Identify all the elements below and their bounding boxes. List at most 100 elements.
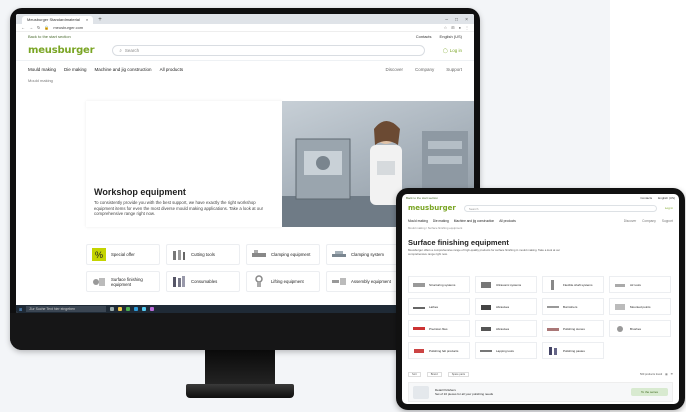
search-input[interactable]: ⌕ Search bbox=[112, 45, 425, 56]
grid-view-icon[interactable]: ▦ bbox=[665, 373, 667, 376]
tablet-category-tile[interactable]: Burnishers bbox=[542, 298, 604, 315]
tablet-category-tile[interactable]: Ultrasonic systems bbox=[475, 276, 537, 293]
mail-icon[interactable] bbox=[142, 307, 147, 311]
new-tab-icon[interactable]: + bbox=[93, 16, 102, 24]
tablet-category-tile[interactable]: Polishing felt products bbox=[408, 342, 470, 359]
login-button[interactable]: ◯ Log in bbox=[443, 48, 462, 54]
profile-icon[interactable]: ● bbox=[459, 25, 461, 30]
nav-item-discover[interactable]: Discover bbox=[385, 67, 403, 72]
tablet-category-tile[interactable]: Lapping tools bbox=[475, 342, 537, 359]
tablet-logo[interactable]: meusburger bbox=[408, 204, 456, 212]
forward-icon[interactable]: → bbox=[29, 25, 33, 30]
category-clamping-system[interactable]: Clamping system bbox=[326, 244, 400, 265]
store-icon[interactable] bbox=[150, 307, 155, 311]
star-icon[interactable]: ☆ bbox=[444, 25, 448, 30]
list-view-icon[interactable]: ☰ bbox=[671, 373, 673, 376]
windows-start-icon[interactable]: ⊞ bbox=[19, 307, 22, 312]
chrome-icon[interactable] bbox=[126, 307, 131, 311]
nav-item-all-products[interactable]: All products bbox=[160, 67, 184, 72]
tablet-device: Back to the start section Contacts Engli… bbox=[396, 188, 685, 410]
tablet-page-title: Surface finishing equipment bbox=[408, 238, 509, 247]
tablet-nav-company[interactable]: Company bbox=[642, 219, 656, 223]
taskbar-search[interactable]: Zur Suche Text hier eingeben bbox=[26, 306, 107, 312]
tablet-nav-discover[interactable]: Discover bbox=[624, 219, 636, 223]
tablet-category-label: Lathes bbox=[429, 304, 439, 309]
tablet-contacts-link[interactable]: Contacts bbox=[640, 196, 652, 200]
tablet-category-tile[interactable]: Abrasives bbox=[475, 298, 537, 315]
reload-icon[interactable]: ↻ bbox=[37, 25, 40, 30]
taskview-icon[interactable] bbox=[110, 307, 115, 311]
tablet-nav-mould-making[interactable]: Mould making bbox=[408, 219, 428, 223]
tablet-login-button[interactable]: Log in bbox=[665, 206, 673, 210]
spare-parts-dropdown[interactable]: Spare parts bbox=[447, 371, 470, 377]
brand-dropdown[interactable]: Brand bbox=[426, 371, 442, 377]
tablet-navigation: Mould making Die making Machine and jig … bbox=[402, 215, 679, 226]
product-thumbnail-icon bbox=[481, 281, 491, 288]
tablet-category-label: Flexible shaft systems bbox=[563, 282, 593, 287]
tablet-language-selector[interactable]: English (US) bbox=[658, 196, 675, 200]
category-label: Surface finishing equipment bbox=[111, 276, 143, 287]
tablet-category-tile[interactable]: Precision files bbox=[408, 320, 470, 337]
category-consumables[interactable]: Consumables bbox=[166, 271, 240, 292]
product-thumbnail-icon bbox=[615, 283, 625, 287]
assembly-icon bbox=[332, 278, 346, 285]
category-clamping-equipment[interactable]: Clamping equipment bbox=[246, 244, 320, 265]
category-special-offer[interactable]: % Special offer bbox=[86, 244, 160, 265]
tablet-category-tile[interactable]: Lathes bbox=[408, 298, 470, 315]
category-surface-finishing[interactable]: Surface finishing equipment bbox=[86, 271, 160, 292]
tablet-category-label: Polishing stones bbox=[563, 326, 585, 331]
contacts-link[interactable]: Contacts bbox=[416, 34, 432, 39]
minimize-icon[interactable]: – bbox=[445, 16, 448, 24]
language-selector[interactable]: English (US) bbox=[440, 34, 462, 39]
tablet-search-input[interactable]: Search bbox=[463, 204, 657, 212]
tablet-nav-machine-jig[interactable]: Machine and jig construction bbox=[454, 219, 494, 223]
meusburger-logo[interactable]: meusburger bbox=[28, 45, 95, 56]
svg-text:%: % bbox=[95, 250, 103, 260]
back-icon[interactable]: ← bbox=[21, 25, 25, 30]
edge-icon[interactable] bbox=[134, 307, 139, 311]
tablet-category-tile[interactable]: Structuring systems bbox=[408, 276, 470, 293]
tablet-nav-support[interactable]: Support bbox=[662, 219, 673, 223]
nav-item-support[interactable]: Support bbox=[446, 67, 462, 72]
lifting-icon bbox=[255, 275, 263, 287]
close-icon[interactable]: × bbox=[86, 16, 88, 24]
tablet-product-row[interactable]: Detail Polishers Set of 10 pieces for al… bbox=[408, 382, 673, 402]
tablet-category-tile[interactable]: Brushes bbox=[609, 320, 671, 337]
product-thumbnail-icon bbox=[615, 303, 625, 310]
nav-item-machine-jig[interactable]: Machine and jig construction bbox=[95, 67, 152, 72]
menu-icon[interactable]: ⋮ bbox=[465, 25, 469, 30]
lock-icon: 🔒 bbox=[44, 25, 50, 30]
to-series-button[interactable]: To the series bbox=[630, 388, 668, 396]
tablet-nav-die-making[interactable]: Die making bbox=[433, 219, 449, 223]
back-start-link[interactable]: Back to the start section bbox=[28, 34, 71, 39]
tablet-category-tile[interactable]: Polishing stones bbox=[542, 320, 604, 337]
tablet-category-tile[interactable]: Air tools bbox=[609, 276, 671, 293]
tablet-category-tile[interactable]: Abrasives bbox=[475, 320, 537, 337]
explorer-icon[interactable] bbox=[118, 307, 123, 311]
product-image bbox=[413, 385, 429, 399]
tablet-category-tile[interactable]: Polishing pastes bbox=[542, 342, 604, 359]
tablet-nav-all-products[interactable]: All products bbox=[499, 219, 516, 223]
url-text[interactable]: meusburger.com bbox=[53, 25, 83, 30]
breadcrumb[interactable]: Mould making bbox=[16, 77, 474, 85]
nav-item-company[interactable]: Company bbox=[415, 67, 434, 72]
maximize-icon[interactable]: □ bbox=[455, 16, 458, 24]
tablet-category-label: Lapping tools bbox=[496, 348, 514, 353]
nav-item-mould-making[interactable]: Mould making bbox=[28, 67, 56, 72]
tablet-back-link[interactable]: Back to the start section bbox=[406, 196, 438, 200]
browser-tab[interactable]: Meusburger Standardmaterial × bbox=[22, 16, 94, 24]
category-assembly-equipment[interactable]: Assembly equipment bbox=[326, 271, 400, 292]
category-lifting-equipment[interactable]: Lifting equipment bbox=[246, 271, 320, 292]
tablet-category-tile[interactable]: Mounted points bbox=[609, 298, 671, 315]
nav-item-die-making[interactable]: Die making bbox=[64, 67, 87, 72]
search-placeholder: Search bbox=[124, 48, 140, 53]
sort-dropdown[interactable]: Sort bbox=[408, 371, 421, 377]
product-thumbnail-icon bbox=[481, 326, 491, 331]
tablet-category-tile[interactable]: Flexible shaft systems bbox=[542, 276, 604, 293]
window-close-icon[interactable]: × bbox=[465, 16, 468, 24]
extensions-icon[interactable]: ⊞ bbox=[451, 25, 454, 30]
category-cutting-tools[interactable]: Cutting tools bbox=[166, 244, 240, 265]
product-description: Set of 10 pieces for all your polishing … bbox=[435, 392, 494, 396]
consumables-icon bbox=[173, 276, 185, 287]
tablet-category-label: Polishing felt products bbox=[429, 348, 459, 353]
